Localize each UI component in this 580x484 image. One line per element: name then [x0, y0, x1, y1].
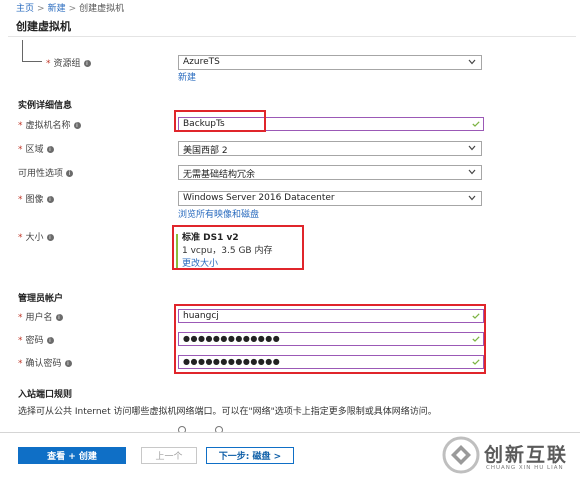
- previous-button[interactable]: 上一个: [141, 447, 197, 464]
- instance-details-heading: 实例详细信息: [18, 101, 73, 111]
- chevron-down-icon: [468, 59, 476, 65]
- chevron-down-icon: [468, 169, 476, 175]
- vm-name-label: * 虚拟机名称 i: [18, 118, 81, 131]
- page-title: 创建虚拟机: [16, 20, 71, 33]
- watermark-emblem-icon: [442, 436, 480, 474]
- browse-images-link[interactable]: 浏览所有映像和磁盘: [178, 207, 259, 220]
- info-icon[interactable]: i: [73, 122, 81, 129]
- inbound-ports-heading: 入站端口规则: [18, 390, 73, 400]
- highlight-admin-account: [174, 304, 486, 374]
- availability-select[interactable]: 无需基础结构冗余: [178, 165, 482, 180]
- admin-account-heading: 管理员帐户: [18, 294, 64, 304]
- confirm-password-label: * 确认密码 i: [18, 356, 72, 369]
- size-label: * 大小 i: [18, 230, 54, 243]
- resource-group-label: * 资源组 i: [46, 56, 91, 69]
- username-label: * 用户名 i: [18, 310, 63, 323]
- info-icon[interactable]: i: [46, 337, 54, 344]
- availability-label: 可用性选项 i: [18, 166, 74, 179]
- breadcrumb-new[interactable]: 新建: [48, 4, 66, 14]
- breadcrumb-separator: >: [68, 4, 77, 14]
- breadcrumb-separator: >: [37, 4, 45, 14]
- highlight-vm-size: [172, 225, 304, 270]
- next-disks-button[interactable]: 下一步: 磁盘 >: [206, 447, 294, 464]
- watermark-logo: 创新互联 CHUANG XIN HU LIAN: [432, 430, 580, 484]
- breadcrumb-home[interactable]: 主页: [16, 4, 34, 14]
- highlight-vm-name: [174, 110, 266, 132]
- breadcrumb: 主页 > 新建 > 创建虚拟机: [16, 1, 124, 14]
- info-icon[interactable]: i: [46, 196, 54, 203]
- info-icon[interactable]: i: [64, 360, 72, 367]
- checkmark-icon: [472, 121, 480, 127]
- title-divider: [8, 36, 576, 37]
- info-icon[interactable]: i: [46, 146, 54, 153]
- password-label: * 密码 i: [18, 333, 54, 346]
- review-create-button[interactable]: 查看 + 创建: [18, 447, 126, 464]
- tree-connector: [22, 61, 42, 62]
- resource-group-select[interactable]: AzureTS: [178, 55, 482, 70]
- breadcrumb-current: 创建虚拟机: [79, 4, 125, 14]
- region-select[interactable]: 美国西部 2: [178, 141, 482, 156]
- info-icon[interactable]: i: [55, 314, 63, 321]
- inbound-ports-description: 选择可从公共 Internet 访问哪些虚拟机网络端口。可以在"网络"选项卡上指…: [18, 407, 437, 417]
- image-select[interactable]: Windows Server 2016 Datacenter: [178, 191, 482, 206]
- info-icon[interactable]: i: [66, 170, 74, 177]
- region-label: * 区域 i: [18, 142, 54, 155]
- info-icon[interactable]: i: [83, 60, 91, 67]
- image-label: * 图像 i: [18, 192, 54, 205]
- chevron-down-icon: [468, 195, 476, 201]
- tree-connector: [22, 40, 23, 62]
- info-icon[interactable]: i: [46, 234, 54, 241]
- chevron-down-icon: [468, 145, 476, 151]
- create-resource-group-link[interactable]: 新建: [178, 70, 196, 83]
